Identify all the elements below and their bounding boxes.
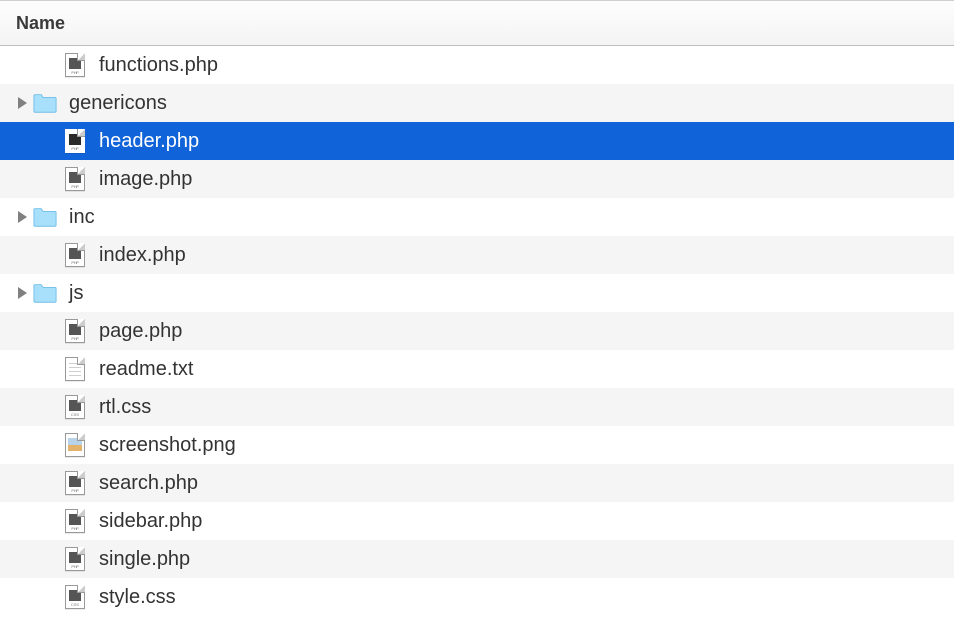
php-file-icon: PHP [63,242,87,268]
file-name: header.php [99,131,199,151]
php-file-icon: PHP [63,52,87,78]
file-name: readme.txt [99,359,193,379]
file-name: image.php [99,169,192,189]
folder-name: js [69,283,83,303]
file-row[interactable]: PHP image.php [0,160,954,198]
folder-icon [33,90,57,116]
folder-name: inc [69,207,95,227]
image-file-icon [63,432,87,458]
php-file-icon: PHP [63,470,87,496]
disclosure-triangle-icon[interactable] [18,287,27,299]
file-row[interactable]: PHP sidebar.php [0,502,954,540]
folder-icon [33,280,57,306]
php-file-icon: PHP [63,166,87,192]
column-header[interactable]: Name [0,0,954,46]
folder-icon [33,204,57,230]
file-name: style.css [99,587,176,607]
file-name: rtl.css [99,397,151,417]
css-file-icon: CSS [63,584,87,610]
file-row[interactable]: PHP header.php [0,122,954,160]
file-name: index.php [99,245,186,265]
disclosure-triangle-icon[interactable] [18,97,27,109]
file-name: screenshot.png [99,435,236,455]
file-row[interactable]: PHP functions.php [0,46,954,84]
php-file-icon: PHP [63,318,87,344]
folder-row[interactable]: inc [0,198,954,236]
file-row[interactable]: PHP page.php [0,312,954,350]
file-row[interactable]: screenshot.png [0,426,954,464]
file-row[interactable]: PHP index.php [0,236,954,274]
css-file-icon: CSS [63,394,87,420]
php-file-icon: PHP [63,128,87,154]
file-name: single.php [99,549,190,569]
file-name: search.php [99,473,198,493]
file-row[interactable]: readme.txt [0,350,954,388]
folder-row[interactable]: genericons [0,84,954,122]
file-row[interactable]: PHP single.php [0,540,954,578]
file-tree: PHP functions.php genericons PHP header.… [0,46,954,616]
file-row[interactable]: PHP search.php [0,464,954,502]
php-file-icon: PHP [63,546,87,572]
disclosure-triangle-icon[interactable] [18,211,27,223]
column-header-name: Name [16,13,65,34]
folder-row[interactable]: js [0,274,954,312]
file-row[interactable]: CSS rtl.css [0,388,954,426]
text-file-icon [63,356,87,382]
php-file-icon: PHP [63,508,87,534]
file-name: sidebar.php [99,511,202,531]
folder-name: genericons [69,93,167,113]
file-name: page.php [99,321,182,341]
file-row[interactable]: CSS style.css [0,578,954,616]
file-name: functions.php [99,55,218,75]
